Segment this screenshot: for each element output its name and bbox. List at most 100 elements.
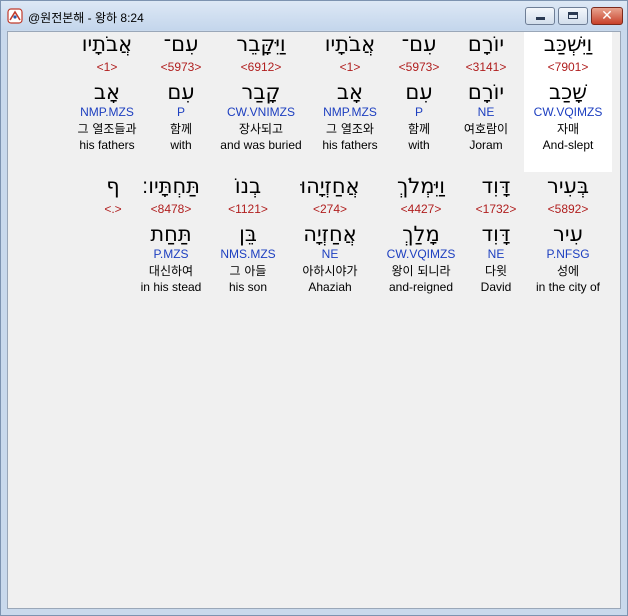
- korean-gloss: 함께: [407, 122, 431, 136]
- morphology-code: NE: [477, 105, 495, 119]
- korean-gloss: 자매: [556, 122, 580, 136]
- interlinear-word[interactable]: תַּחְתָּיו׃ <8478> תַּחַת P.MZS 대신하여 in …: [134, 174, 208, 314]
- hebrew-lemma: קָבַר: [241, 80, 281, 104]
- strong-number[interactable]: <3141>: [446, 60, 526, 74]
- english-gloss: And-slept: [542, 138, 594, 152]
- close-icon: ✕: [601, 8, 613, 24]
- korean-gloss: 그 열조들과: [77, 122, 137, 136]
- korean-gloss: 그 열조와: [326, 122, 374, 136]
- english-gloss: and-reigned: [388, 280, 454, 294]
- hebrew-word: עִם־: [163, 32, 199, 56]
- maximize-icon: [568, 12, 578, 19]
- korean-gloss: 다윗: [484, 264, 508, 278]
- interlinear-word[interactable]: אֲבֹתָיו <1> אָב NMP.MZS 그 열조들과 his fath…: [62, 32, 152, 172]
- strong-number[interactable]: <5973>: [388, 60, 450, 74]
- morphology-code: CW.VNIMZS: [227, 105, 295, 119]
- english-gloss: David: [480, 280, 512, 294]
- title-bar[interactable]: @원전본해 - 왕하 8:24 ✕: [1, 1, 627, 30]
- hebrew-lemma: אָב: [93, 80, 121, 104]
- hebrew-word: אֲבֹתָיו: [324, 32, 376, 56]
- strong-number[interactable]: <1732>: [464, 202, 528, 216]
- interlinear-word[interactable]: בְנוֹ <1121> בֵּן NMS.MZS 그 아들 his son: [212, 174, 284, 314]
- strong-number[interactable]: <1>: [310, 60, 390, 74]
- hebrew-lemma: שָׁכַב: [548, 80, 588, 104]
- interlinear-word[interactable]: וַיִּשְׁכַּב <7901> שָׁכַב CW.VQIMZS 자매 …: [524, 32, 612, 172]
- english-gloss: Ahaziah: [308, 280, 352, 294]
- strong-number[interactable]: <7901>: [524, 60, 612, 74]
- korean-gloss: 그 아들: [229, 264, 267, 278]
- morphology-code: P.NFSG: [546, 247, 590, 261]
- hebrew-lemma: אֲחַזְיָה: [303, 222, 357, 246]
- close-button[interactable]: ✕: [591, 7, 623, 25]
- interlinear-word[interactable]: וַיִּקָּבֵר <6912> קָבַר CW.VNIMZS 장사되고 …: [212, 32, 310, 172]
- morphology-code: P: [414, 105, 423, 119]
- hebrew-word: אֲבֹתָיו: [81, 32, 133, 56]
- minimize-button[interactable]: [525, 7, 555, 25]
- strong-number[interactable]: <1121>: [212, 202, 284, 216]
- korean-gloss: 장사되고: [238, 122, 284, 136]
- morphology-code: CW.VQIMZS: [533, 105, 603, 119]
- hebrew-lemma: בֵּן: [239, 222, 257, 246]
- korean-gloss: 아하시야가: [302, 264, 358, 278]
- morphology-code: P: [176, 105, 185, 119]
- strong-number[interactable]: <4427>: [376, 202, 466, 216]
- morphology-code: NMP.MZS: [80, 105, 134, 119]
- hebrew-word: וַיִּשְׁכַּב: [543, 32, 593, 56]
- english-gloss: with: [170, 138, 192, 152]
- hebrew-word: דָּוִד: [481, 174, 511, 198]
- morphology-code: NE: [487, 247, 505, 261]
- interlinear-view: וַיִּשְׁכַּב <7901> שָׁכַב CW.VQIMZS 자매 …: [7, 31, 621, 609]
- app-logo-icon: [7, 8, 23, 24]
- english-gloss: with: [408, 138, 430, 152]
- morphology-code: CW.VQIMZS: [386, 247, 456, 261]
- interlinear-word[interactable]: דָּוִד <1732> דָּוִד NE 다윗 David: [464, 174, 528, 314]
- english-gloss: his fathers: [79, 138, 135, 152]
- korean-gloss: 대신하여: [148, 264, 194, 278]
- minimize-icon: [536, 17, 545, 20]
- english-gloss: in the city of: [535, 280, 601, 294]
- hebrew-word: וַיִּמְלֹךְ: [397, 174, 445, 198]
- hebrew-lemma: תַּחַת: [150, 222, 192, 246]
- hebrew-lemma: עִיר: [553, 222, 583, 246]
- hebrew-lemma: עִם: [405, 80, 433, 104]
- interlinear-word[interactable]: אֲבֹתָיו <1> אָב NMP.MZS 그 열조와 his fathe…: [310, 32, 390, 172]
- strong-number[interactable]: <6912>: [212, 60, 310, 74]
- morphology-code: P.MZS: [153, 247, 189, 261]
- hebrew-lemma: אָב: [336, 80, 364, 104]
- korean-gloss: 왕이 되니라: [391, 264, 451, 278]
- interlinear-word[interactable]: ף <.>: [96, 174, 130, 234]
- interlinear-word[interactable]: אֲחַזְיָהוּ <274> אֲחַזְיָה NE 아하시야가 Aha…: [288, 174, 372, 314]
- hebrew-word: בְּעִיר: [546, 174, 590, 198]
- hebrew-word: יוֹרָם: [467, 32, 505, 56]
- hebrew-word: ף: [106, 174, 120, 198]
- english-gloss: Joram: [469, 138, 503, 152]
- morphology-code: NMS.MZS: [220, 247, 276, 261]
- maximize-button[interactable]: [558, 7, 588, 25]
- interlinear-word[interactable]: יוֹרָם <3141> יוֹרָם NE 여호람이 Joram: [446, 32, 526, 172]
- hebrew-lemma: עִם: [167, 80, 195, 104]
- morphology-code: NMP.MZS: [323, 105, 377, 119]
- strong-number[interactable]: <5892>: [526, 202, 610, 216]
- hebrew-lemma: דָּוִד: [481, 222, 511, 246]
- korean-gloss: 성에: [556, 264, 580, 278]
- interlinear-word[interactable]: עִם־ <5973> עִם P 함께 with: [150, 32, 212, 172]
- strong-number[interactable]: <5973>: [150, 60, 212, 74]
- korean-gloss: 여호람이: [463, 122, 509, 136]
- english-gloss: and was buried: [220, 138, 302, 152]
- hebrew-word: אֲחַזְיָהוּ: [300, 174, 360, 198]
- window-title: @원전본해 - 왕하 8:24: [28, 11, 144, 25]
- english-gloss: his fathers: [322, 138, 378, 152]
- hebrew-word: וַיִּקָּבֵר: [236, 32, 286, 56]
- interlinear-word[interactable]: עִם־ <5973> עִם P 함께 with: [388, 32, 450, 172]
- hebrew-word: תַּחְתָּיו׃: [142, 174, 200, 198]
- english-gloss: in his stead: [140, 280, 202, 294]
- strong-number[interactable]: <1>: [62, 60, 152, 74]
- interlinear-word[interactable]: וַיִּמְלֹךְ <4427> מָלַךְ CW.VQIMZS 왕이 되…: [376, 174, 466, 314]
- hebrew-lemma: יוֹרָם: [467, 80, 505, 104]
- interlinear-word[interactable]: בְּעִיר <5892> עִיר P.NFSG 성에 in the cit…: [526, 174, 610, 314]
- korean-gloss: 함께: [169, 122, 193, 136]
- strong-number[interactable]: <8478>: [134, 202, 208, 216]
- strong-number[interactable]: <.>: [96, 202, 130, 216]
- strong-number[interactable]: <274>: [288, 202, 372, 216]
- hebrew-lemma: מָלַךְ: [402, 222, 440, 246]
